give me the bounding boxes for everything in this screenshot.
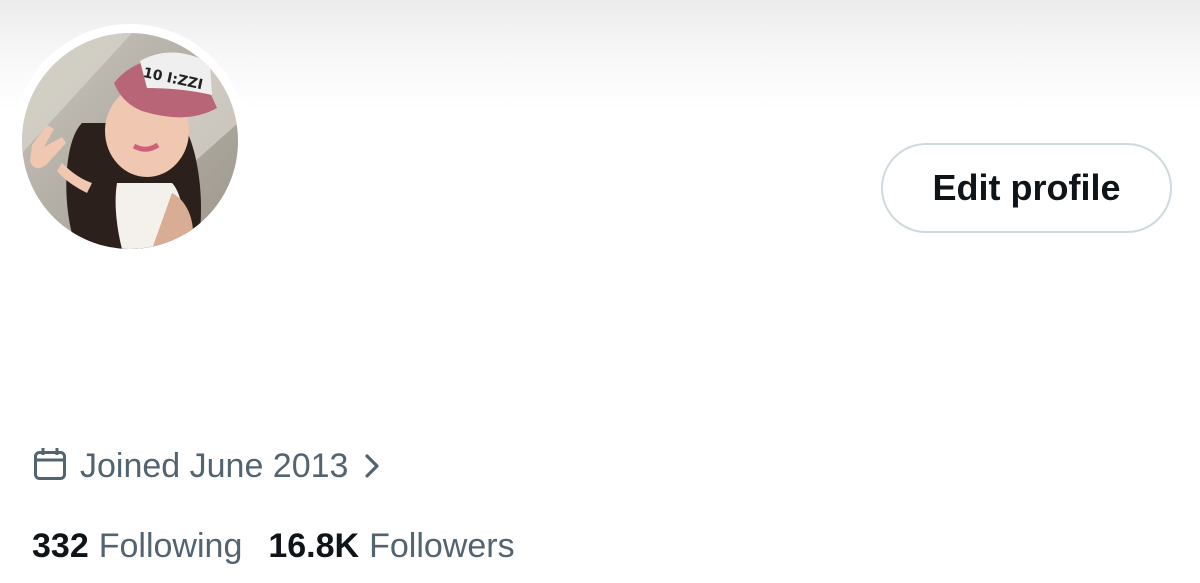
joined-date-text: Joined June 2013 (80, 446, 349, 485)
followers-count: 16.8K (268, 526, 360, 565)
joined-date[interactable]: Joined June 2013 (32, 443, 382, 489)
following-count: 332 (32, 526, 89, 565)
edit-profile-button[interactable]: Edit profile (881, 143, 1172, 233)
following-label: Following (98, 526, 243, 565)
follow-stats: 332 Following 16.8K Followers (32, 523, 515, 569)
calendar-icon (32, 446, 68, 487)
chevron-right-icon (362, 452, 382, 480)
avatar-photo: 10 I:ZZI (22, 33, 238, 249)
followers-label: Followers (369, 526, 515, 565)
avatar[interactable]: 10 I:ZZI (22, 33, 238, 249)
followers-link[interactable]: 16.8K Followers (268, 527, 514, 566)
following-link[interactable]: 332 Following (32, 527, 242, 566)
